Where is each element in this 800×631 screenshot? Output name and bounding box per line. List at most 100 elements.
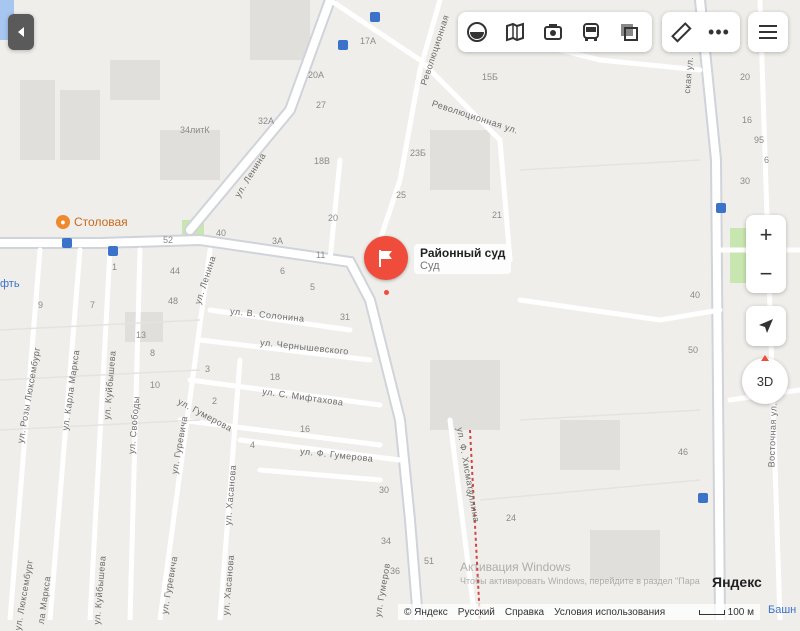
scale-line [698,609,725,615]
copyright-link[interactable]: © Яндекс [404,607,448,618]
house-number: 5 [310,282,316,292]
menu-button[interactable] [748,12,788,52]
house-number: 50 [688,345,699,355]
house-number: 40 [690,290,701,300]
court-label-card[interactable]: Районный суд Суд [414,244,512,274]
house-number: 10 [150,380,161,390]
court-title: Районный суд [420,246,506,260]
zoom-control: + − [746,215,786,293]
canteen-poi[interactable]: ● Столовая [56,215,128,229]
sidebar-toggle-button[interactable] [8,14,34,50]
court-category: Суд [420,260,440,272]
yandex-logo: Яндекс [712,574,762,590]
house-number: 20А [308,70,325,80]
court-marker-point [384,290,389,295]
house-number: 2 [212,396,218,406]
house-number: 32А [258,116,275,126]
house-number: 36 [390,566,401,576]
photos-button[interactable] [534,12,572,52]
more-button[interactable]: ••• [700,12,738,52]
house-number: 11 [316,250,326,260]
transport-icon [583,23,599,41]
photo-icon [544,24,562,40]
layers-button[interactable] [458,12,496,52]
house-number: 2 [466,488,472,498]
windows-watermark-sub: Чтобы активировать Windows, перейдите в … [460,576,700,586]
house-number: 9 [38,300,44,310]
chevron-left-icon [18,27,24,37]
house-number: 48 [168,296,179,306]
house-number: 17А [360,36,377,46]
map-canvas[interactable] [0,0,800,620]
house-number: 30 [379,485,390,495]
panorama-button[interactable] [496,12,534,52]
bus-stop-icon[interactable] [108,246,118,256]
house-number: 16 [300,424,311,434]
scale-bar: 100 м [698,606,754,618]
zoom-in-button[interactable]: + [746,215,786,254]
language-selector[interactable]: Русский [458,607,495,618]
zoom-out-button[interactable]: − [746,254,786,293]
windows-watermark: Активация Windows [460,560,571,574]
scale-label: 100 м [727,606,754,618]
house-number: 40 [216,228,227,238]
house-number: 23Б [410,148,426,158]
house-number: 6 [764,155,770,165]
map-footer: © Яндекс Русский Справка Условия использ… [398,604,760,620]
house-number: 18 [270,372,281,382]
place-label: фть [0,278,20,290]
view-3d-button[interactable]: 3D [742,355,788,404]
house-number: 3А [272,236,284,246]
house-number: 30 [740,176,751,186]
court-marker[interactable] [364,236,408,280]
house-number: 20 [328,213,339,223]
ruler-icon [671,22,692,43]
house-number: 34литК [180,125,210,135]
help-link[interactable]: Справка [505,607,544,618]
terms-link[interactable]: Условия использования [554,607,665,618]
view-3d-label: 3D [756,373,774,389]
bus-stop-icon[interactable] [338,40,348,50]
canteen-icon: ● [56,215,70,229]
house-number: 25 [396,190,407,200]
ruler-button[interactable] [662,12,700,52]
map-tools-toolbar [458,12,652,52]
house-number: 31 [340,312,351,322]
house-number: 51 [424,556,435,566]
house-number: 6 [280,266,286,276]
traffic-button[interactable] [610,12,648,52]
traffic-icon [621,24,638,41]
house-number: 4 [250,440,256,450]
house-number: 20 [740,72,751,82]
bus-stop-icon[interactable] [698,493,708,503]
bus-stop-icon[interactable] [62,238,72,248]
flag-icon [379,250,392,267]
more-icon: ••• [708,21,730,42]
house-number: 3 [205,364,211,374]
house-number: 1 [112,262,118,272]
panorama-icon [506,22,524,42]
house-number: 52 [163,235,174,245]
bus-stop-icon[interactable] [370,12,380,22]
house-number: 8 [150,348,156,358]
place-label-partial: Башн [768,604,797,616]
bus-stop-icon[interactable] [716,203,726,213]
house-number: 15Б [482,72,498,82]
house-number: 7 [90,300,96,310]
house-number: 21 [492,210,503,220]
house-number: 95 [754,135,765,145]
house-number: 13 [136,330,147,340]
location-arrow-icon [759,319,773,333]
house-number: 24 [506,513,517,523]
transport-button[interactable] [572,12,610,52]
house-number: 34 [381,536,392,546]
menu-icon [759,25,777,39]
canteen-label: Столовая [74,215,128,229]
house-number: 44 [170,266,181,276]
extra-tools-toolbar: ••• [662,12,740,52]
locate-me-button[interactable] [746,306,786,346]
house-number: 16 [742,115,753,125]
house-number: 27 [316,100,327,110]
house-number: 18В [314,156,331,166]
house-number: 46 [678,447,689,457]
